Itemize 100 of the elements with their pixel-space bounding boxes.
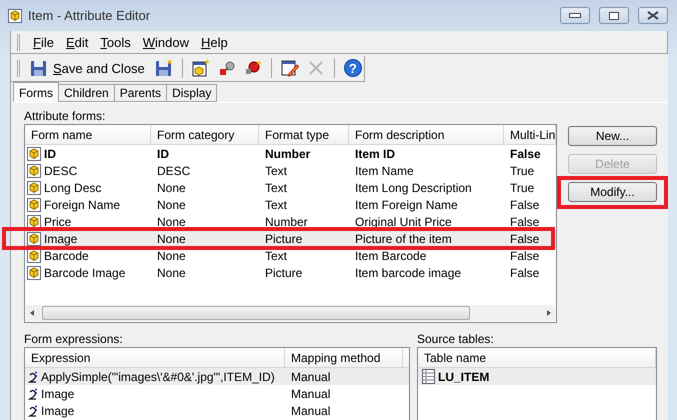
table-row[interactable]: Barcode Image None Picture Item barcode image False (25, 264, 556, 281)
table-cell-text: ID (156, 146, 170, 160)
table-cell: Image (41, 404, 74, 418)
expression-icon (28, 370, 38, 382)
column-header[interactable]: Format type (259, 125, 349, 144)
table-cell-text: Picture (264, 266, 304, 280)
table-cell-text: False (509, 232, 540, 246)
column-header[interactable]: Mapping method (285, 348, 403, 367)
table-cell-text: Item Barcode (354, 248, 428, 262)
table-cell: LU_ITEM (438, 370, 490, 384)
table-cell-text: None (156, 180, 187, 194)
table-cell-text: Text (264, 164, 288, 178)
table-cell-text: Item Foreign Name (354, 198, 459, 212)
cube-icon (27, 248, 41, 262)
menu-item[interactable]: File (32, 34, 55, 50)
column-header[interactable]: Table name (418, 348, 656, 367)
dialog-button[interactable]: Modify... (568, 182, 657, 202)
table-row[interactable]: Price None Number Original Unit Price False (25, 213, 556, 230)
table-cell-text: Item Name (354, 164, 415, 178)
table-cell-text: Item ID (354, 146, 396, 160)
menu-item[interactable]: Tools (99, 34, 132, 50)
cube-icon (27, 146, 41, 160)
table-cell-text: Picture (264, 232, 304, 246)
dialog-button[interactable]: New... (568, 126, 657, 146)
cube-icon (27, 232, 41, 246)
table-cell: Barcode (44, 248, 89, 262)
cube-icon (8, 8, 22, 22)
column-header[interactable]: Expression (25, 348, 285, 367)
cube-icon (27, 164, 41, 178)
table-row[interactable]: Foreign Name None Text Item Foreign Name False (25, 196, 556, 213)
section-label: Source tables: (417, 332, 495, 347)
close-button[interactable] (638, 7, 668, 24)
table-cell-text: Item barcode image (354, 266, 462, 280)
menu-item[interactable]: Window (142, 34, 190, 50)
cube-icon (27, 198, 41, 212)
section-label: Attribute forms: (24, 109, 106, 124)
table-icon (422, 369, 435, 384)
table-cell: ID (44, 146, 56, 160)
table-cell-text: False (509, 214, 540, 228)
table-cell-text: Text (264, 198, 288, 212)
table-cell-text: Manual (290, 370, 332, 384)
window-title: Item - Attribute Editor (28, 8, 152, 23)
horizontal-scrollbar[interactable] (26, 305, 555, 321)
table-cell: Barcode Image (44, 266, 126, 280)
table-cell-text: DESC (156, 164, 192, 178)
table-cell-text: Item Long Description (354, 180, 473, 194)
maximize-button[interactable] (599, 7, 629, 24)
table-cell-text: False (509, 146, 542, 160)
expression-icon (28, 388, 38, 400)
column-header[interactable]: Form description (349, 125, 504, 144)
table-row[interactable]: ApplySimple("'images\'&#0&'.jpg'",ITEM_ID) Manual (25, 368, 409, 385)
table-cell-text: Text (264, 248, 288, 262)
table-row[interactable]: DESC DESC Text Item Name True (25, 162, 556, 179)
help-button[interactable]: ? (342, 57, 364, 79)
table-cell: Long Desc (44, 180, 102, 194)
table-cell: DESC (44, 164, 78, 178)
tab[interactable]: Forms (13, 82, 59, 102)
table-cell: ApplySimple("'images\'&#0&'.jpg'",ITEM_ID) (41, 370, 275, 384)
edit-form-icon (280, 59, 299, 77)
table-cell-text: False (509, 266, 540, 280)
minimize-button[interactable] (560, 7, 590, 24)
table-cell-text: Text (264, 180, 288, 194)
table-row[interactable]: Image Manual (25, 402, 409, 419)
table-cell: Price (44, 214, 72, 228)
table-cell-text: Number (264, 214, 309, 228)
delete-icon (308, 60, 324, 76)
table-cell: Foreign Name (44, 198, 120, 212)
table-cell-text: None (156, 232, 187, 246)
menu-item[interactable]: Help (200, 34, 229, 50)
section-label: Form expressions: (24, 332, 124, 347)
table-cell-text: None (156, 266, 187, 280)
linked-nodes-icon (218, 60, 236, 76)
cube-icon (27, 180, 41, 194)
cube-icon (27, 266, 41, 280)
column-header[interactable]: Multi-Lin (504, 125, 556, 144)
linked-nodes-icon (244, 60, 262, 76)
table-cell: Image (41, 386, 74, 400)
tab[interactable]: Children (58, 84, 115, 102)
table-cell-text: None (156, 214, 187, 228)
table-cell-text: None (156, 198, 187, 212)
table-row[interactable]: ID ID Number Item ID False (25, 145, 556, 162)
toolbar-button[interactable] (190, 57, 212, 79)
cube-icon (27, 214, 41, 228)
table-row[interactable]: LU_ITEM (418, 368, 656, 385)
table-cell-text: Manual (290, 386, 332, 400)
tab[interactable]: Display (166, 84, 218, 102)
table-cell-text: True (509, 164, 536, 178)
menu-item[interactable]: Edit (64, 34, 90, 50)
column-header[interactable]: Form category (151, 125, 259, 144)
column-header[interactable]: Form name (25, 125, 151, 144)
tab[interactable]: Parents (114, 84, 168, 102)
table-row[interactable]: Barcode None Text Item Barcode False (25, 247, 556, 264)
expression-icon (28, 404, 38, 416)
table-cell-text: True (509, 180, 536, 194)
table-cell: Image (44, 232, 78, 246)
form-with-cube-icon (192, 59, 210, 77)
table-row[interactable]: Image Manual (25, 385, 409, 402)
save-and-close-button[interactable]: Save and Close (26, 57, 149, 79)
table-cell-text: False (509, 248, 540, 262)
table-row[interactable]: Long Desc None Text Item Long Description True (25, 179, 556, 196)
